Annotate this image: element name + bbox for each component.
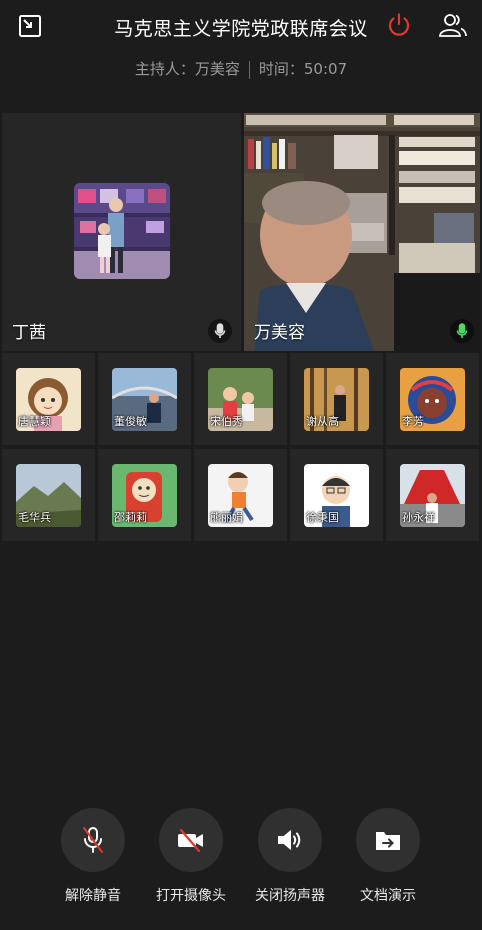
unmute-button[interactable] [61, 808, 125, 872]
participant-name: 徐秉国 [306, 511, 339, 524]
participant-tile[interactable]: 董俊敏 [98, 353, 191, 445]
participant-name: 毛华兵 [18, 511, 51, 524]
participant-tile[interactable]: 宋伯秀 [194, 353, 287, 445]
unmute-label: 解除静音 [65, 888, 121, 904]
participants-icon[interactable] [438, 11, 468, 39]
camera-off-icon [178, 828, 203, 852]
camera-control[interactable]: 打开摄像头 [141, 808, 241, 905]
speaker-video-feed [244, 113, 480, 351]
document-label: 文档演示 [360, 888, 416, 904]
mic-icon [208, 319, 232, 343]
participant-tile[interactable]: 李芳 [386, 353, 479, 445]
participant-name: 孙永祥 [402, 511, 435, 524]
participant-name: 董俊敏 [114, 415, 147, 428]
video-panel-left[interactable]: 丁茜 [2, 113, 241, 351]
meeting-timer: 时间：50:07 [258, 60, 348, 78]
cartoon-man-glasses-avatar: 徐秉国 [304, 464, 369, 527]
muted-mic-icon [83, 827, 103, 853]
unmute-control[interactable]: 解除静音 [43, 808, 143, 905]
person-bridge-avatar: 董俊敏 [112, 368, 177, 431]
top-bar: 马克思主义学院党政联席会议 主持人：万美容 时间：50:07 [0, 0, 482, 110]
cartoon-red-avatar: 邵莉莉 [112, 464, 177, 527]
meeting-info: 主持人：万美容 时间：50:07 [0, 58, 482, 79]
participant-tile[interactable]: 谢从高 [290, 353, 383, 445]
two-children-avatar: 宋伯秀 [208, 368, 273, 431]
participant-tile[interactable]: 唐慧颖 [2, 353, 95, 445]
mountain-landscape-avatar: 毛华兵 [16, 464, 81, 527]
participant-name: 邵莉莉 [114, 511, 147, 524]
video-name-label: 丁茜 [12, 323, 46, 343]
cartoon-runner-avatar: 熊丽娟 [208, 464, 273, 527]
video-panel-right[interactable]: 万美容 [244, 113, 480, 351]
main-video-area: 丁茜 万美容 [2, 113, 480, 351]
speaker-label: 关闭扬声器 [255, 888, 325, 904]
participant-tile[interactable]: 邵莉莉 [98, 449, 191, 541]
participant-name: 熊丽娟 [210, 511, 243, 524]
folder-share-icon [376, 832, 400, 850]
participant-name: 唐慧颖 [18, 415, 51, 428]
cartoon-girl-avatar: 唐慧颖 [16, 368, 81, 431]
document-control[interactable]: 文档演示 [338, 808, 438, 905]
camera-label: 打开摄像头 [156, 888, 226, 904]
participant-name: 李芳 [402, 415, 424, 428]
mic-icon [450, 319, 474, 343]
leave-meeting-power-icon[interactable] [385, 11, 413, 39]
divider [248, 60, 250, 79]
participant-tile[interactable]: 孙永祥 [386, 449, 479, 541]
cartoon-hooded-avatar: 李芳 [400, 368, 465, 431]
participant-tile[interactable]: 徐秉国 [290, 449, 383, 541]
speaker-button[interactable] [258, 808, 322, 872]
document-share-button[interactable] [356, 808, 420, 872]
participant-tile[interactable]: 熊丽娟 [194, 449, 287, 541]
speaker-icon [278, 829, 301, 851]
participant-name: 谢从高 [306, 415, 339, 428]
participant-tile[interactable]: 毛华兵 [2, 449, 95, 541]
participant-avatar-photo [74, 183, 170, 279]
camera-button[interactable] [159, 808, 223, 872]
person-trees-avatar: 谢从高 [304, 368, 369, 431]
participant-name: 宋伯秀 [210, 415, 243, 428]
host-label: 主持人：万美容 [134, 60, 240, 78]
video-name-label: 万美容 [254, 323, 305, 343]
person-red-monument-avatar: 孙永祥 [400, 464, 465, 527]
speaker-control[interactable]: 关闭扬声器 [240, 808, 340, 905]
